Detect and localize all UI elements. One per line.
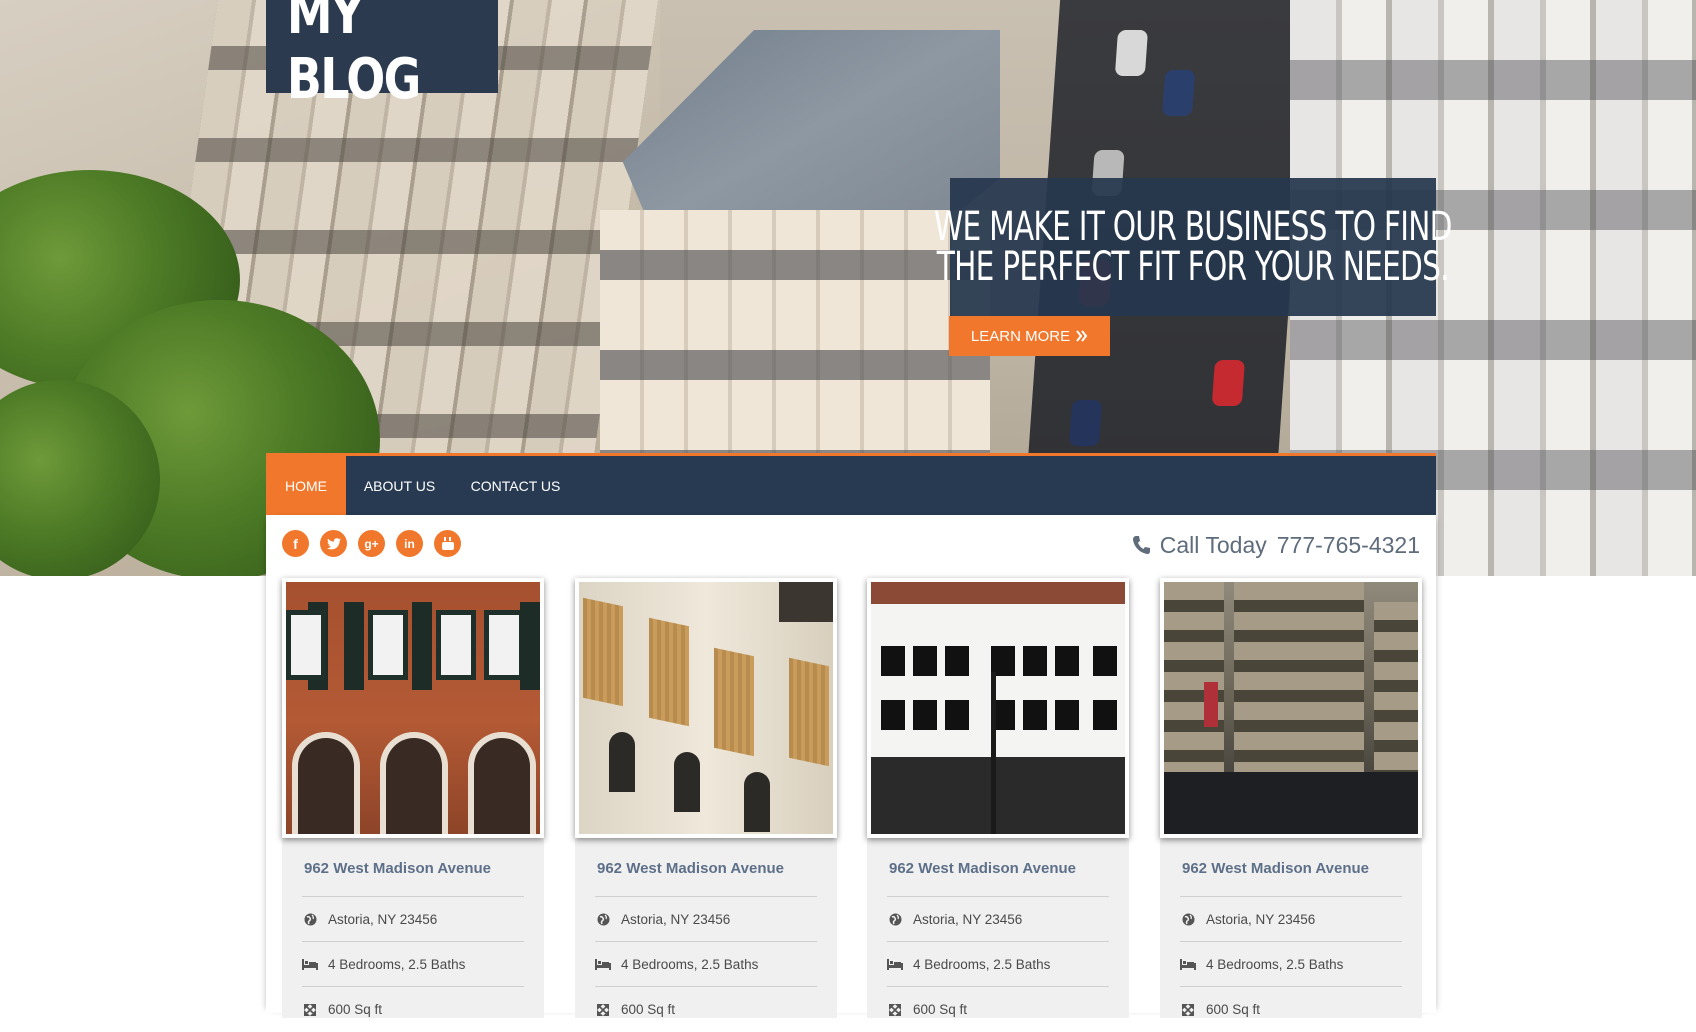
nav-item-label: ABOUT US	[363, 477, 436, 494]
expand-icon	[887, 1002, 903, 1018]
twitter-icon[interactable]	[320, 530, 347, 557]
double-chevron-right-icon	[1076, 330, 1088, 342]
site-logo-text: MY BLOG	[286, 0, 421, 112]
hero-building-corner	[600, 210, 990, 460]
listing-photo[interactable]	[282, 578, 544, 838]
listing-area: 600 Sq ft	[302, 986, 524, 1032]
facebook-icon[interactable]: f	[282, 530, 309, 557]
listing-title[interactable]: 962 West Madison Avenue	[1182, 860, 1369, 877]
listing-rooms-text: 4 Bedrooms, 2.5 Baths	[1206, 957, 1344, 972]
social-links: f g+ in	[282, 530, 461, 557]
nav-item-label: HOME	[285, 477, 327, 494]
listing-location-text: Astoria, NY 23456	[328, 912, 438, 927]
listing-area-text: 600 Sq ft	[621, 1002, 676, 1017]
bed-icon	[1180, 957, 1196, 973]
listing-area: 600 Sq ft	[887, 986, 1109, 1032]
listing-photo[interactable]	[575, 578, 837, 838]
phone-number: 777-765-4321	[1276, 531, 1420, 558]
nav-item-about-us[interactable]: ABOUT US	[346, 456, 453, 515]
call-label: Call Today	[1159, 531, 1267, 558]
main-nav: HOME ABOUT US CONTACT US	[266, 453, 1436, 515]
hero-car	[1211, 360, 1245, 406]
listing-photo[interactable]	[1160, 578, 1422, 838]
hero-car	[1114, 30, 1149, 76]
listing-location: Astoria, NY 23456	[1180, 896, 1402, 942]
listing-area: 600 Sq ft	[595, 986, 817, 1032]
hero-headline: WE MAKE IT OUR BUSINESS TO FIND THE PERF…	[934, 207, 1452, 287]
listing-title[interactable]: 962 West Madison Avenue	[889, 860, 1076, 877]
listing-photo-image	[1164, 582, 1418, 834]
bed-icon	[887, 957, 903, 973]
listing-rooms: 4 Bedrooms, 2.5 Baths	[302, 941, 524, 987]
hero-car	[1162, 70, 1196, 116]
listing-card[interactable]: 962 West Madison Avenue Astoria, NY 2345…	[1160, 578, 1422, 1018]
google-plus-icon[interactable]: g+	[358, 530, 385, 557]
listing-title[interactable]: 962 West Madison Avenue	[597, 860, 784, 877]
listing-location: Astoria, NY 23456	[595, 896, 817, 942]
nav-item-label: CONTACT US	[470, 477, 561, 494]
call-today[interactable]: Call Today 777-765-4321	[1132, 530, 1420, 560]
linkedin-icon[interactable]: in	[396, 530, 423, 557]
listing-location: Astoria, NY 23456	[302, 896, 524, 942]
listing-card[interactable]: 962 West Madison Avenue Astoria, NY 2345…	[282, 578, 544, 1018]
listing-location-text: Astoria, NY 23456	[913, 912, 1023, 927]
listing-title[interactable]: 962 West Madison Avenue	[304, 860, 491, 877]
listing-card[interactable]: 962 West Madison Avenue Astoria, NY 2345…	[575, 578, 837, 1018]
listing-area: 600 Sq ft	[1180, 986, 1402, 1032]
learn-more-label: LEARN MORE	[970, 327, 1071, 345]
globe-icon	[887, 912, 903, 928]
youtube-icon[interactable]	[434, 530, 461, 557]
listing-rooms: 4 Bedrooms, 2.5 Baths	[887, 941, 1109, 987]
listing-rooms-text: 4 Bedrooms, 2.5 Baths	[913, 957, 1051, 972]
listing-rooms-text: 4 Bedrooms, 2.5 Baths	[328, 957, 466, 972]
listing-photo-image	[871, 582, 1125, 834]
listing-area-text: 600 Sq ft	[913, 1002, 968, 1017]
listing-area-text: 600 Sq ft	[328, 1002, 383, 1017]
listing-rooms: 4 Bedrooms, 2.5 Baths	[1180, 941, 1402, 987]
listing-card[interactable]: 962 West Madison Avenue Astoria, NY 2345…	[867, 578, 1129, 1018]
expand-icon	[302, 1002, 318, 1018]
listing-photo-image	[286, 582, 540, 834]
globe-icon	[595, 912, 611, 928]
phone-icon	[1132, 536, 1150, 554]
site-logo[interactable]: MY BLOG	[266, 0, 498, 112]
bed-icon	[595, 957, 611, 973]
listing-location: Astoria, NY 23456	[887, 896, 1109, 942]
expand-icon	[1180, 1002, 1196, 1018]
listing-photo[interactable]	[867, 578, 1129, 838]
listing-area-text: 600 Sq ft	[1206, 1002, 1261, 1017]
hero-headline-box: WE MAKE IT OUR BUSINESS TO FIND THE PERF…	[934, 178, 1453, 316]
nav-item-home[interactable]: HOME	[266, 456, 346, 515]
globe-icon	[1180, 912, 1196, 928]
nav-item-contact-us[interactable]: CONTACT US	[453, 456, 578, 515]
listing-rooms-text: 4 Bedrooms, 2.5 Baths	[621, 957, 759, 972]
hero-headline-line-2: THE PERFECT FIT FOR YOUR NEEDS.	[937, 244, 1450, 290]
listing-photo-image	[579, 582, 833, 834]
listing-location-text: Astoria, NY 23456	[621, 912, 731, 927]
learn-more-button[interactable]: LEARN MORE	[949, 316, 1110, 356]
listing-rooms: 4 Bedrooms, 2.5 Baths	[595, 941, 817, 987]
hero-headline-line-1: WE MAKE IT OUR BUSINESS TO FIND	[934, 204, 1452, 250]
listing-location-text: Astoria, NY 23456	[1206, 912, 1316, 927]
hero-car	[1068, 400, 1103, 446]
globe-icon	[302, 912, 318, 928]
expand-icon	[595, 1002, 611, 1018]
bed-icon	[302, 957, 318, 973]
